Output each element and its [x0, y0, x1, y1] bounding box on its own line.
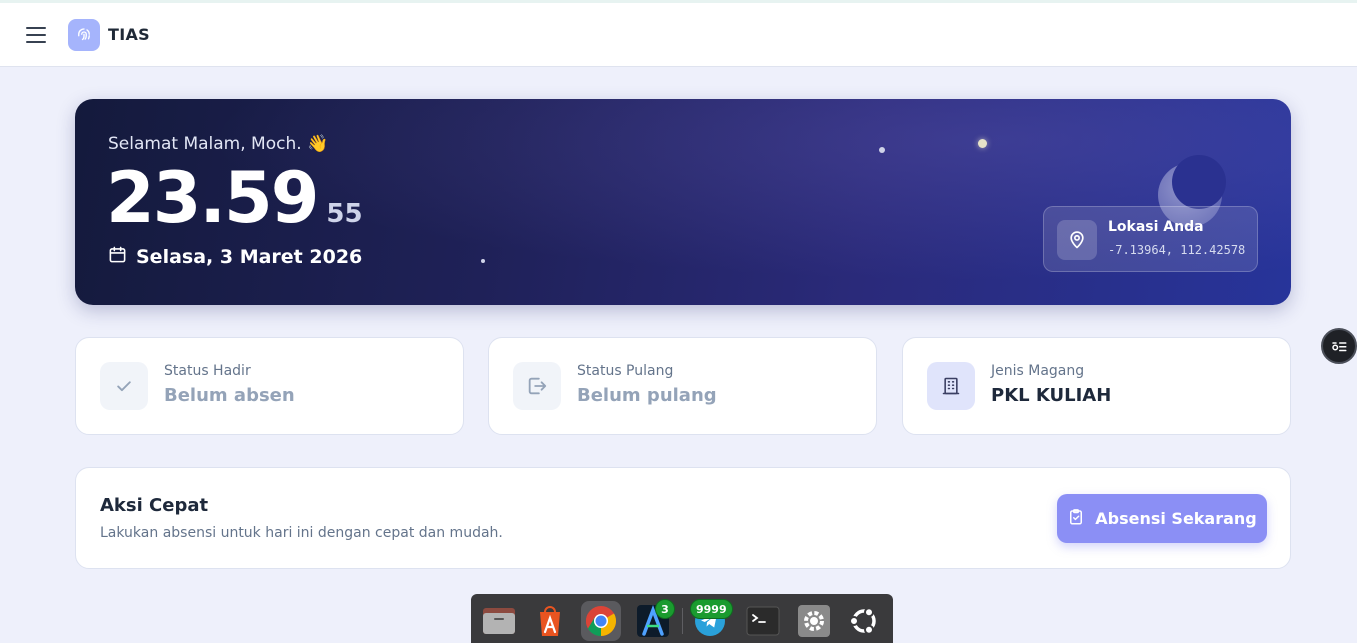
clipboard-check-icon: [1067, 508, 1085, 529]
star-decoration: [879, 147, 885, 153]
absensi-sekarang-button[interactable]: Absensi Sekarang: [1057, 494, 1267, 543]
stat-value: Belum absen: [164, 385, 295, 406]
quick-action-title: Aksi Cepat: [100, 495, 209, 516]
star-decoration: [978, 139, 987, 148]
app-name: TIAS: [108, 25, 150, 44]
location-title: Lokasi Anda: [1108, 219, 1204, 235]
quick-action-card: Aksi Cepat Lakukan absensi untuk hari in…: [75, 467, 1291, 569]
clock-time: 23.59: [106, 157, 319, 239]
stat-label: Status Hadir: [164, 363, 251, 379]
button-label: Absensi Sekarang: [1095, 509, 1257, 528]
notification-badge: 9999: [690, 599, 733, 619]
stat-value: PKL KULIAH: [991, 385, 1112, 406]
clock-display: 23.59 55: [106, 157, 363, 239]
star-decoration: [481, 259, 485, 263]
building-icon: [927, 362, 975, 410]
quick-action-subtitle: Lakukan absensi untuk hari ini dengan ce…: [100, 525, 503, 541]
chrome-icon[interactable]: [581, 601, 621, 641]
taskbar-dock: 3 9999: [471, 594, 893, 643]
status-hadir-card: Status Hadir Belum absen: [75, 337, 464, 435]
stat-label: Status Pulang: [577, 363, 674, 379]
app-store-icon[interactable]: [530, 601, 570, 641]
greeting-hero-card: Selamat Malam, Moch. 👋 23.59 55 Selasa, …: [75, 99, 1291, 305]
date-row: Selasa, 3 Maret 2026: [108, 245, 362, 268]
status-pulang-card: Status Pulang Belum pulang: [488, 337, 877, 435]
dock-separator: [682, 608, 683, 634]
check-icon: [100, 362, 148, 410]
jenis-magang-card: Jenis Magang PKL KULIAH: [902, 337, 1291, 435]
notification-badge: 3: [655, 599, 675, 619]
location-card: Lokasi Anda -7.13964, 112.42578: [1043, 206, 1258, 272]
map-pin-icon: [1057, 220, 1097, 260]
fingerprint-logo-icon: [68, 19, 100, 51]
clock-seconds: 55: [326, 199, 363, 229]
hamburger-menu-icon[interactable]: [26, 27, 46, 43]
ubuntu-icon[interactable]: [844, 601, 884, 641]
logout-icon: [513, 362, 561, 410]
stat-label: Jenis Magang: [991, 363, 1085, 379]
floating-toggle-icon[interactable]: [1321, 328, 1357, 364]
files-app-icon[interactable]: [479, 601, 519, 641]
calendar-icon: [108, 245, 127, 268]
stat-value: Belum pulang: [577, 385, 717, 406]
terminal-icon[interactable]: [743, 601, 783, 641]
top-bar: TIAS: [0, 3, 1357, 67]
greeting-text: Selamat Malam, Moch. 👋: [108, 134, 329, 154]
location-coordinates: -7.13964, 112.42578: [1108, 243, 1246, 257]
current-date: Selasa, 3 Maret 2026: [136, 245, 363, 268]
settings-icon[interactable]: [794, 601, 834, 641]
